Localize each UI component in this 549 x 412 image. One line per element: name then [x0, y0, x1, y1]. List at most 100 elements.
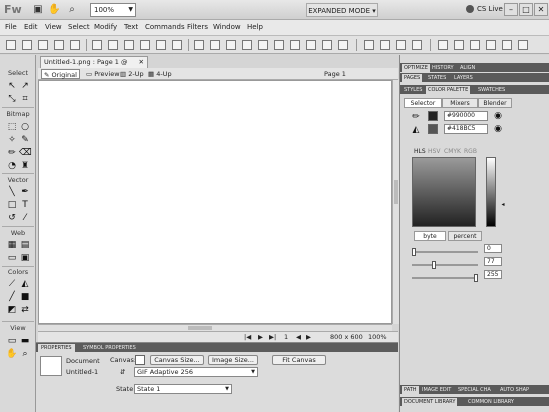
import-icon[interactable] — [54, 40, 64, 50]
value-mode-byte[interactable]: byte — [414, 231, 446, 241]
color-mode-cmyk[interactable]: CMYK — [444, 148, 461, 156]
flip-vertical-icon[interactable] — [322, 40, 332, 50]
export-format-select[interactable]: GIF Adaptive 256 ▼ — [134, 367, 258, 377]
tab-history[interactable]: HISTORY — [430, 64, 456, 72]
tab-states[interactable]: STATES — [426, 74, 448, 82]
hide-slices-icon[interactable]: ▭ — [6, 252, 18, 264]
tab-special-characters[interactable]: SPECIAL CHA — [456, 386, 493, 394]
saturation-value[interactable]: 77 — [484, 257, 502, 266]
eyedropper-tool-icon[interactable]: ⟋ — [6, 278, 18, 290]
freeform-tool-icon[interactable]: ↺ — [6, 212, 18, 224]
menu-window[interactable]: Window — [213, 23, 241, 31]
tab-common-library[interactable]: COMMON LIBRARY — [466, 398, 516, 406]
blur-tool-icon[interactable]: ◔ — [6, 160, 18, 172]
new-icon[interactable] — [6, 40, 16, 50]
close-button[interactable]: ✕ — [534, 3, 548, 16]
hand-icon[interactable]: ✋ — [48, 4, 60, 16]
cs-live[interactable]: CS Live — [466, 5, 503, 13]
slice-tool-icon[interactable]: ▤ — [19, 239, 31, 251]
menu-modify[interactable]: Modify — [94, 23, 117, 31]
tab-original[interactable]: ✎ Original — [41, 69, 80, 79]
lightness-value[interactable]: 255 — [484, 270, 502, 279]
menu-select[interactable]: Select — [68, 23, 90, 31]
print-icon[interactable] — [70, 40, 80, 50]
hand-tool-icon[interactable]: ✋ — [6, 348, 18, 360]
paste-icon[interactable] — [156, 40, 166, 50]
rectangle-tool-icon[interactable]: □ — [6, 199, 18, 211]
fill-swatch[interactable] — [428, 124, 438, 134]
tab-swatches[interactable]: SWATCHES — [476, 86, 507, 94]
menu-file[interactable]: File — [5, 23, 17, 31]
tab-color-palette[interactable]: COLOR PALETTE — [426, 86, 471, 94]
pencil-tool-icon[interactable]: ✏ — [6, 147, 18, 159]
fill-bucket-icon[interactable]: ◭ — [410, 124, 422, 136]
open-icon[interactable] — [22, 40, 32, 50]
workspace-mode-select[interactable]: EXPANDED MODE ▾ — [306, 3, 378, 17]
document-canvas[interactable] — [38, 80, 392, 324]
document-tab[interactable]: Untitled-1.png : Page 1 @ 100%✕ — [40, 56, 148, 77]
tab-preview[interactable]: ▭ Preview — [84, 69, 122, 79]
next-frame-icon[interactable]: ◀ — [296, 333, 301, 341]
tab-2up[interactable]: ▥ 2-Up — [118, 69, 146, 79]
group-icon[interactable] — [172, 40, 182, 50]
scrollbar-thumb[interactable] — [394, 180, 398, 204]
canvas-size-button[interactable]: Canvas Size... — [150, 355, 204, 365]
tab-optimize[interactable]: OPTIMIZE — [402, 64, 430, 72]
tab-properties[interactable]: PROPERTIES — [38, 344, 75, 352]
line-tool-icon[interactable]: ╲ — [6, 186, 18, 198]
guides-icon[interactable] — [518, 40, 528, 50]
show-slices-icon[interactable]: ▣ — [19, 252, 31, 264]
lightness-bar[interactable] — [486, 157, 496, 227]
arrange-back-icon[interactable] — [486, 40, 496, 50]
split-icon[interactable] — [226, 40, 236, 50]
close-icon[interactable]: ✕ — [139, 57, 144, 68]
default-colors-icon[interactable]: ◩ — [6, 304, 18, 316]
zoom-select[interactable]: 100% ▼ — [90, 3, 136, 17]
distribute-icon[interactable] — [438, 40, 448, 50]
color-wheel-icon[interactable]: ◉ — [492, 110, 504, 122]
tab-document-library[interactable]: DOCUMENT LIBRARY — [402, 398, 458, 406]
crop-tool-icon[interactable]: ⌗ — [19, 93, 31, 105]
copy-icon[interactable] — [140, 40, 150, 50]
slider-knob[interactable] — [432, 261, 436, 269]
hotspot-tool-icon[interactable]: ▦ — [6, 239, 18, 251]
standard-screen-icon[interactable]: ▭ — [6, 335, 18, 347]
snap-icon[interactable] — [502, 40, 512, 50]
color-wheel-icon[interactable]: ◉ — [492, 123, 504, 135]
eraser-tool-icon[interactable]: ⌫ — [19, 147, 32, 159]
zoom-tool-icon[interactable]: ⌕ — [19, 348, 31, 360]
slider-handle-icon[interactable]: ◂ — [497, 199, 509, 211]
play-icon[interactable]: ▶ — [258, 333, 263, 341]
subtab-blender[interactable]: Blender — [478, 98, 512, 108]
distribute-vertical-icon[interactable] — [454, 40, 464, 50]
lasso-tool-icon[interactable]: ○ — [19, 121, 31, 133]
tab-symbol-properties[interactable]: SYMBOL PROPERTIES — [80, 344, 139, 352]
saturation-slider[interactable] — [412, 261, 478, 269]
subselection-tool-icon[interactable]: ↗ — [19, 80, 31, 92]
tab-pages[interactable]: PAGES — [402, 74, 423, 82]
magic-wand-tool-icon[interactable]: ✧ — [6, 134, 18, 146]
vertical-scrollbar[interactable] — [392, 80, 399, 324]
tab-auto-shapes[interactable]: AUTO SHAP — [498, 386, 531, 394]
text-tool-icon[interactable]: T — [19, 199, 31, 211]
hue-value[interactable]: 0 — [484, 244, 502, 253]
color-mode-hsv[interactable]: HSV — [428, 148, 440, 156]
full-screen-icon[interactable]: ▬ — [19, 335, 31, 347]
color-picker-field[interactable] — [412, 157, 476, 227]
tab-path[interactable]: PATH — [402, 386, 419, 394]
zoom-icon[interactable]: ⌕ — [66, 4, 78, 16]
subtab-selector[interactable]: Selector — [404, 98, 442, 108]
tab-styles[interactable]: STYLES — [402, 86, 424, 94]
scrollbar-thumb[interactable] — [188, 326, 212, 330]
slider-knob[interactable] — [412, 248, 416, 256]
tab-layers[interactable]: LAYERS — [452, 74, 475, 82]
punch-icon[interactable] — [396, 40, 406, 50]
stamp-tool-icon[interactable]: ♜ — [19, 160, 31, 172]
page-select[interactable]: Page 1 — [314, 69, 386, 79]
menu-filters[interactable]: Filters — [187, 23, 208, 31]
arrange-icon[interactable] — [470, 40, 480, 50]
stroke-pencil-icon[interactable]: ✏ — [410, 111, 422, 123]
tab-4up[interactable]: ▦ 4-Up — [146, 69, 174, 79]
image-size-button[interactable]: Image Size... — [208, 355, 258, 365]
menu-edit[interactable]: Edit — [24, 23, 38, 31]
